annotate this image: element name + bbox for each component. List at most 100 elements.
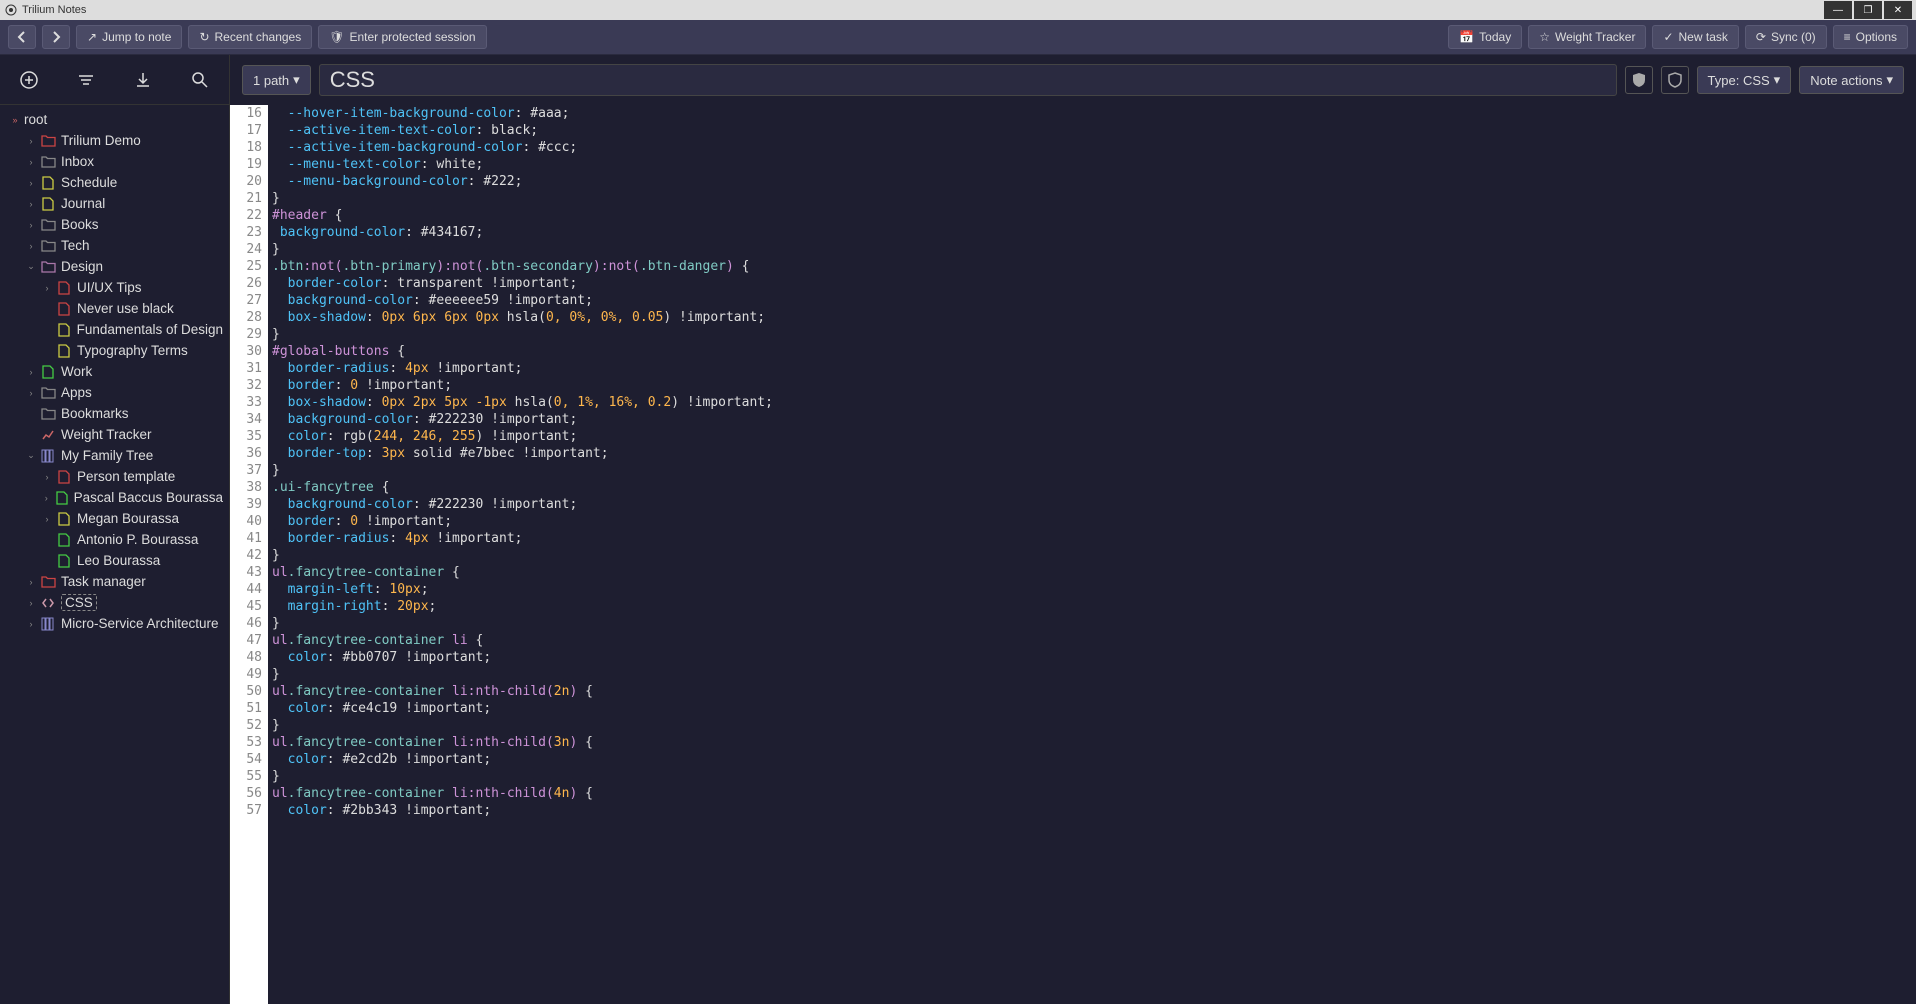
note-actions-button[interactable]: Note actions ▾	[1799, 66, 1904, 94]
protected-session-button[interactable]: 🛡 Enter protected session	[318, 25, 486, 49]
sync-button[interactable]: ⟳ Sync (0)	[1745, 25, 1827, 49]
expand-icon[interactable]: ›	[40, 281, 54, 295]
expand-icon[interactable]	[24, 428, 38, 442]
tree-item[interactable]: ›Trilium Demo	[0, 130, 229, 151]
window-maximize-button[interactable]: ❐	[1854, 1, 1882, 19]
expand-icon[interactable]: ›	[24, 617, 38, 631]
tree-item[interactable]: ›Journal	[0, 193, 229, 214]
code-line[interactable]: --menu-background-color: #222;	[272, 173, 1912, 190]
options-button[interactable]: ≡ Options	[1833, 25, 1908, 49]
tree-item[interactable]: ⌄Design	[0, 256, 229, 277]
code-line[interactable]: }	[272, 666, 1912, 683]
tree-item[interactable]: ›Person template	[0, 466, 229, 487]
expand-icon[interactable]: ›	[24, 596, 38, 610]
expand-icon[interactable]	[40, 554, 54, 568]
code-line[interactable]: --active-item-background-color: #ccc;	[272, 139, 1912, 156]
code-line[interactable]: ul.fancytree-container li {	[272, 632, 1912, 649]
code-line[interactable]: color: #e2cd2b !important;	[272, 751, 1912, 768]
code-line[interactable]: --active-item-text-color: black;	[272, 122, 1912, 139]
code-line[interactable]: ul.fancytree-container li:nth-child(2n) …	[272, 683, 1912, 700]
tree-item[interactable]: ⌄My Family Tree	[0, 445, 229, 466]
code-line[interactable]: background-color: #434167;	[272, 224, 1912, 241]
today-button[interactable]: 📅 Today	[1448, 25, 1522, 49]
editor-code[interactable]: --hover-item-background-color: #aaa; --a…	[268, 105, 1916, 1004]
code-line[interactable]: border: 0 !important;	[272, 377, 1912, 394]
tree-item[interactable]: ›Inbox	[0, 151, 229, 172]
expand-icon[interactable]: ›	[24, 134, 38, 148]
tree-item[interactable]: ›Megan Bourassa	[0, 508, 229, 529]
tree-item[interactable]: Bookmarks	[0, 403, 229, 424]
expand-icon[interactable]: ›	[24, 155, 38, 169]
expand-icon[interactable]: ⌄	[24, 260, 38, 274]
code-line[interactable]: }	[272, 547, 1912, 564]
code-line[interactable]: margin-right: 20px;	[272, 598, 1912, 615]
code-line[interactable]: }	[272, 190, 1912, 207]
expand-icon[interactable]: ›	[24, 365, 38, 379]
weight-tracker-button[interactable]: ☆ Weight Tracker	[1528, 25, 1646, 49]
code-line[interactable]: ul.fancytree-container {	[272, 564, 1912, 581]
collapse-tree-button[interactable]	[71, 65, 101, 95]
tree-item[interactable]: ›Pascal Baccus Bourassa	[0, 487, 229, 508]
code-line[interactable]: ul.fancytree-container li:nth-child(3n) …	[272, 734, 1912, 751]
code-line[interactable]: }	[272, 615, 1912, 632]
code-line[interactable]: color: rgb(244, 246, 255) !important;	[272, 428, 1912, 445]
tree-item[interactable]: Leo Bourassa	[0, 550, 229, 571]
code-line[interactable]: .ui-fancytree {	[272, 479, 1912, 496]
jump-to-note-button[interactable]: ↗ Jump to note	[76, 25, 182, 49]
tree-root[interactable]: »root	[0, 109, 229, 130]
scroll-to-active-button[interactable]	[128, 65, 158, 95]
tree-item[interactable]: ›Task manager	[0, 571, 229, 592]
code-line[interactable]: }	[272, 768, 1912, 785]
code-line[interactable]: --menu-text-color: white;	[272, 156, 1912, 173]
expand-icon[interactable]: ›	[40, 491, 52, 505]
code-line[interactable]: margin-left: 10px;	[272, 581, 1912, 598]
tree-item[interactable]: Never use black	[0, 298, 229, 319]
expand-icon[interactable]	[40, 323, 54, 337]
tree-item[interactable]: ›UI/UX Tips	[0, 277, 229, 298]
tree-item[interactable]: ›Apps	[0, 382, 229, 403]
window-close-button[interactable]: ✕	[1884, 1, 1912, 19]
note-tree[interactable]: »root›Trilium Demo›Inbox›Schedule›Journa…	[0, 105, 229, 1004]
code-line[interactable]: border-top: 3px solid #e7bbec !important…	[272, 445, 1912, 462]
code-line[interactable]: }	[272, 326, 1912, 343]
code-line[interactable]: ul.fancytree-container li:nth-child(4n) …	[272, 785, 1912, 802]
code-line[interactable]: #header {	[272, 207, 1912, 224]
tree-item[interactable]: Fundamentals of Design	[0, 319, 229, 340]
code-line[interactable]: background-color: #222230 !important;	[272, 411, 1912, 428]
expand-icon[interactable]: ›	[24, 239, 38, 253]
code-line[interactable]: box-shadow: 0px 6px 6px 0px hsla(0, 0%, …	[272, 309, 1912, 326]
expand-icon[interactable]: ⌄	[24, 449, 38, 463]
tree-item[interactable]: ›Tech	[0, 235, 229, 256]
tree-item[interactable]: Typography Terms	[0, 340, 229, 361]
tree-item[interactable]: ›Micro-Service Architecture	[0, 613, 229, 634]
expand-icon[interactable]	[40, 344, 54, 358]
window-minimize-button[interactable]: —	[1824, 1, 1852, 19]
tree-item[interactable]: Antonio P. Bourassa	[0, 529, 229, 550]
expand-icon[interactable]: »	[8, 113, 22, 127]
code-line[interactable]: border-radius: 4px !important;	[272, 530, 1912, 547]
code-line[interactable]: }	[272, 462, 1912, 479]
unprotect-note-button[interactable]	[1661, 66, 1689, 94]
tree-item[interactable]: ›Work	[0, 361, 229, 382]
expand-icon[interactable]: ›	[24, 218, 38, 232]
create-note-button[interactable]	[14, 65, 44, 95]
tree-item[interactable]: ›CSS	[0, 592, 229, 613]
note-path-button[interactable]: 1 path ▾	[242, 65, 311, 95]
code-line[interactable]: border: 0 !important;	[272, 513, 1912, 530]
code-line[interactable]: .btn:not(.btn-primary):not(.btn-secondar…	[272, 258, 1912, 275]
code-line[interactable]: box-shadow: 0px 2px 5px -1px hsla(0, 1%,…	[272, 394, 1912, 411]
code-line[interactable]: }	[272, 717, 1912, 734]
code-editor[interactable]: 1617181920212223242526272829303132333435…	[230, 105, 1916, 1004]
nav-back-button[interactable]	[8, 25, 36, 49]
expand-icon[interactable]: ›	[24, 386, 38, 400]
expand-icon[interactable]	[40, 302, 54, 316]
code-line[interactable]: color: #ce4c19 !important;	[272, 700, 1912, 717]
tree-item[interactable]: ›Schedule	[0, 172, 229, 193]
code-line[interactable]: #global-buttons {	[272, 343, 1912, 360]
tree-item[interactable]: ›Books	[0, 214, 229, 235]
expand-icon[interactable]	[24, 407, 38, 421]
code-line[interactable]: color: #bb0707 !important;	[272, 649, 1912, 666]
search-button[interactable]	[185, 65, 215, 95]
code-line[interactable]: border-radius: 4px !important;	[272, 360, 1912, 377]
code-line[interactable]: border-color: transparent !important;	[272, 275, 1912, 292]
